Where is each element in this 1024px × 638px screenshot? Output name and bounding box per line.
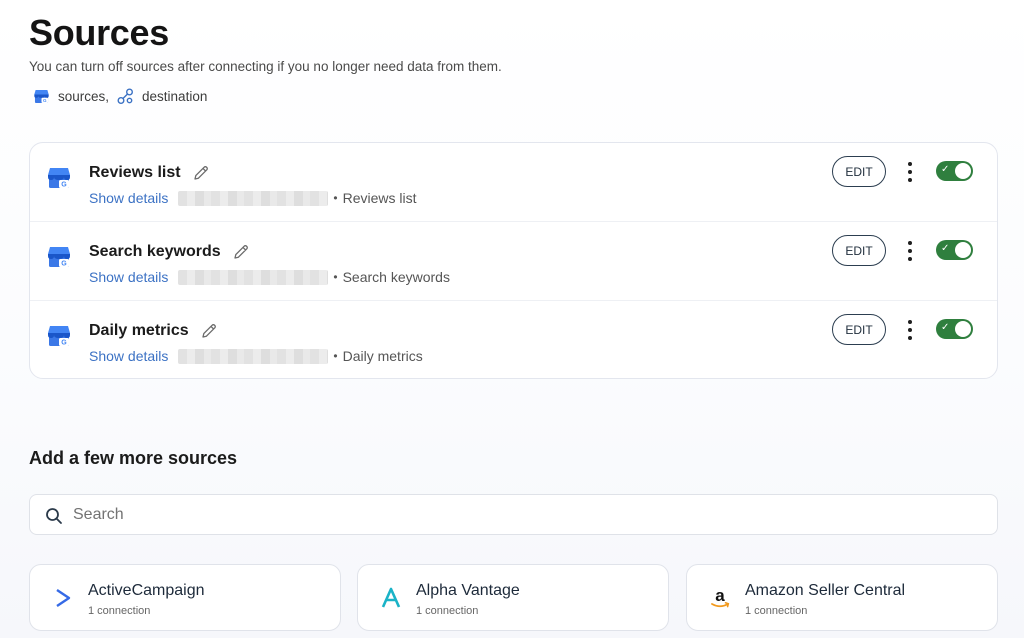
source-description: Search keywords: [342, 269, 450, 285]
source-enabled-toggle[interactable]: ✓: [936, 161, 973, 181]
google-business-profile-icon: G: [46, 244, 72, 270]
connected-sources-list: G Reviews list Show details • Reviews li…: [29, 142, 998, 379]
source-enabled-toggle[interactable]: ✓: [936, 319, 973, 339]
show-details-link[interactable]: Show details: [89, 348, 168, 364]
source-name-label: Daily metrics: [89, 322, 189, 339]
catalog-connection-count: 1 connection: [416, 605, 479, 617]
page-title: Sources: [29, 12, 169, 53]
google-business-profile-icon: G: [46, 323, 72, 349]
more-options-icon[interactable]: [902, 241, 918, 261]
edit-button[interactable]: EDIT: [832, 235, 886, 266]
separator-dot: •: [333, 349, 338, 363]
svg-text:G: G: [61, 182, 67, 189]
edit-button[interactable]: EDIT: [832, 314, 886, 345]
search-input[interactable]: [73, 496, 983, 533]
source-row-daily-metrics: G Daily metrics Show details • Daily met…: [30, 301, 997, 380]
svg-text:G: G: [43, 98, 47, 103]
show-details-link[interactable]: Show details: [89, 269, 168, 285]
search-icon: [45, 507, 63, 525]
amazon-logo-icon: a: [707, 585, 733, 611]
source-name: Daily metrics: [89, 322, 218, 340]
legend-sources-label: sources,: [58, 89, 110, 104]
source-search-box: [29, 494, 998, 535]
more-options-icon[interactable]: [902, 320, 918, 340]
source-description: Reviews list: [342, 190, 417, 206]
source-enabled-toggle[interactable]: ✓: [936, 240, 973, 260]
page-subtitle: You can turn off sources after connectin…: [29, 59, 502, 74]
pencil-icon[interactable]: [192, 164, 210, 182]
alpha-vantage-logo-icon: [378, 585, 404, 611]
more-options-icon[interactable]: [902, 162, 918, 182]
pencil-icon[interactable]: [200, 322, 218, 340]
source-destination-legend: G sources, destination: [33, 88, 207, 105]
check-icon: ✓: [941, 322, 950, 333]
catalog-source-name: ActiveCampaign: [88, 582, 205, 599]
source-row-reviews-list: G Reviews list Show details • Reviews li…: [30, 143, 997, 222]
catalog-connection-count: 1 connection: [745, 605, 808, 617]
add-more-sources-heading: Add a few more sources: [29, 448, 238, 468]
show-details-link[interactable]: Show details: [89, 190, 168, 206]
redacted-account-id: [178, 190, 329, 206]
catalog-source-name: Amazon Seller Central: [745, 582, 906, 599]
google-business-profile-icon: G: [33, 88, 50, 105]
svg-text:a: a: [715, 586, 725, 605]
source-name-label: Reviews list: [89, 164, 181, 181]
source-name-label: Search keywords: [89, 243, 221, 260]
svg-text:G: G: [61, 261, 67, 268]
separator-dot: •: [333, 191, 338, 205]
source-row-search-keywords: G Search keywords Show details • Search …: [30, 222, 997, 301]
source-name: Reviews list: [89, 164, 210, 182]
catalog-card-amazon-seller-central[interactable]: a Amazon Seller Central 1 connection: [686, 564, 998, 631]
source-name: Search keywords: [89, 243, 250, 261]
separator-dot: •: [333, 270, 338, 284]
redacted-account-id: [178, 269, 329, 285]
pencil-icon[interactable]: [232, 243, 250, 261]
catalog-connection-count: 1 connection: [88, 605, 151, 617]
catalog-source-name: Alpha Vantage: [416, 582, 520, 599]
source-description: Daily metrics: [342, 348, 423, 364]
activecampaign-logo-icon: [50, 585, 76, 611]
redacted-account-id: [178, 348, 329, 364]
destination-icon: [117, 88, 134, 105]
catalog-card-activecampaign[interactable]: ActiveCampaign 1 connection: [29, 564, 341, 631]
legend-destination-label: destination: [142, 89, 208, 104]
check-icon: ✓: [941, 164, 950, 175]
catalog-card-alpha-vantage[interactable]: Alpha Vantage 1 connection: [357, 564, 669, 631]
google-business-profile-icon: G: [46, 165, 72, 191]
svg-text:G: G: [61, 340, 67, 347]
check-icon: ✓: [941, 243, 950, 254]
edit-button[interactable]: EDIT: [832, 156, 886, 187]
